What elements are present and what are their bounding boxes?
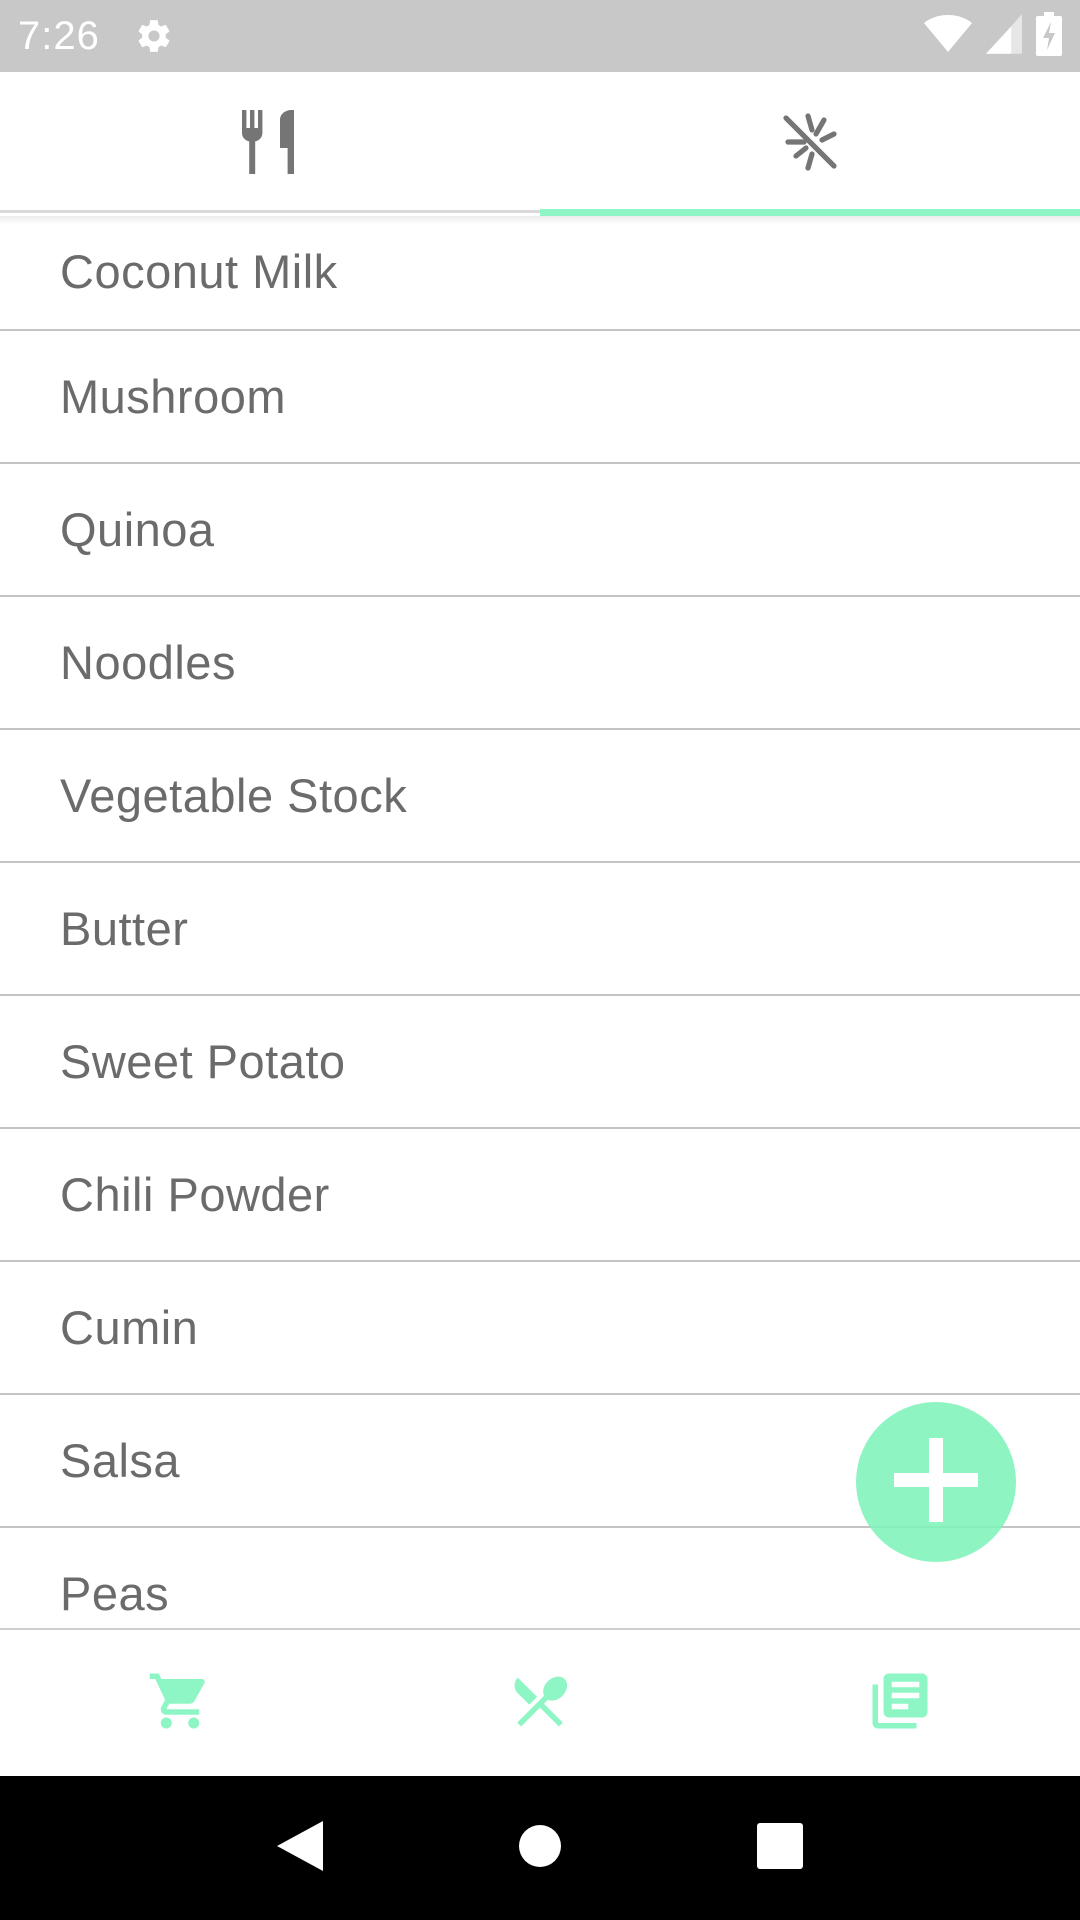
status-time: 7:26	[18, 13, 100, 58]
tab-recipes[interactable]	[0, 72, 540, 216]
list-item-label: Quinoa	[60, 503, 215, 556]
signal-icon	[986, 13, 1022, 59]
list-item-label: Butter	[60, 902, 189, 955]
list-item-label: Peas	[60, 1567, 170, 1620]
recipe-list-icon	[867, 1668, 933, 1739]
list-item[interactable]: Noodles	[0, 597, 1080, 730]
tab-shadow	[0, 216, 1080, 224]
system-nav-bar	[0, 1776, 1080, 1920]
system-back-button[interactable]	[260, 1808, 340, 1888]
list-item-label: Salsa	[60, 1434, 181, 1487]
list-item[interactable]: Mushroom	[0, 331, 1080, 464]
nav-meals[interactable]	[360, 1630, 720, 1776]
list-item-label: Coconut Milk	[60, 245, 338, 298]
fork-knife-icon	[240, 109, 300, 179]
system-recents-button[interactable]	[740, 1808, 820, 1888]
utensils-cross-icon	[507, 1668, 573, 1739]
plus-icon	[894, 1437, 978, 1527]
nav-recipes[interactable]	[720, 1630, 1080, 1776]
nav-shopping-cart[interactable]	[0, 1630, 360, 1776]
tab-excluded-ingredients[interactable]	[540, 72, 1080, 216]
list-item[interactable]: Quinoa	[0, 464, 1080, 597]
list-item[interactable]: Sweet Potato	[0, 996, 1080, 1129]
list-item[interactable]: Coconut Milk	[0, 224, 1080, 331]
list-item[interactable]: Vegetable Stock	[0, 730, 1080, 863]
tab-selected-indicator	[540, 209, 1080, 216]
list-item-label: Sweet Potato	[60, 1035, 346, 1088]
home-circle-icon	[518, 1824, 562, 1873]
recents-square-icon	[757, 1822, 803, 1874]
back-triangle-icon	[277, 1820, 323, 1876]
no-ingredients-icon	[780, 112, 840, 177]
battery-charging-icon	[1036, 11, 1062, 61]
wifi-icon	[924, 14, 972, 59]
status-bar: 7:26	[0, 0, 1080, 72]
list-item-label: Noodles	[60, 636, 236, 689]
bottom-nav	[0, 1628, 1080, 1776]
list-item[interactable]: Chili Powder	[0, 1129, 1080, 1262]
list-item-label: Chili Powder	[60, 1168, 330, 1221]
gear-icon	[134, 16, 174, 56]
add-ingredient-button[interactable]	[856, 1402, 1016, 1562]
top-tab-bar	[0, 72, 1080, 216]
list-item[interactable]: Butter	[0, 863, 1080, 996]
system-home-button[interactable]	[500, 1808, 580, 1888]
list-item-label: Cumin	[60, 1301, 199, 1354]
cart-icon	[147, 1668, 213, 1739]
list-item[interactable]: Cumin	[0, 1262, 1080, 1395]
list-item-label: Vegetable Stock	[60, 769, 408, 822]
list-item-label: Mushroom	[60, 370, 287, 423]
